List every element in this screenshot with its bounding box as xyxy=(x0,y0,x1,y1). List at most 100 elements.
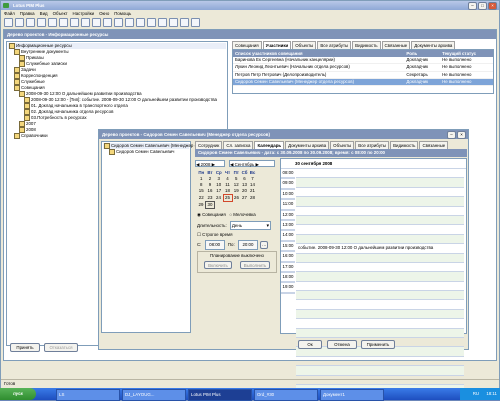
ok-button[interactable]: Ок xyxy=(298,340,322,349)
time-slot[interactable]: событие. 2008-09-30 12:00 О дальнейшем р… xyxy=(296,244,464,254)
tab[interactable]: Связанные xyxy=(419,141,449,149)
calendar-day[interactable]: 27 xyxy=(241,195,249,202)
new-icon[interactable] xyxy=(4,18,13,27)
folder-up-icon[interactable] xyxy=(103,18,112,27)
time-slot[interactable] xyxy=(296,272,464,282)
language-indicator[interactable]: RU xyxy=(473,391,479,396)
apply-button[interactable]: Принять xyxy=(10,343,40,352)
column-header[interactable]: Текущий статус xyxy=(440,50,493,57)
tab[interactable]: Календарь xyxy=(254,141,285,149)
start-button[interactable]: пуск xyxy=(0,388,36,400)
dialog-apply-button[interactable]: Применить xyxy=(361,340,395,349)
tree-node[interactable]: Сидоров Семен Савельевич xyxy=(103,149,189,155)
taskbar-button[interactable]: LS xyxy=(56,389,120,401)
tab[interactable]: Документы архива xyxy=(285,141,330,149)
mail-icon[interactable] xyxy=(158,18,167,27)
menu-item[interactable]: Вид xyxy=(40,11,48,16)
time-slot[interactable] xyxy=(296,263,464,273)
person-tree[interactable]: Сидоров Семен Савельевич (Менеджер отд Си… xyxy=(101,141,201,333)
radio-scheduled[interactable]: ◉ Совещания xyxy=(197,212,226,217)
from-time-input[interactable]: 08:00 xyxy=(204,240,225,250)
tab[interactable]: Совещания xyxy=(232,41,262,49)
tab[interactable]: Все атрибуты xyxy=(317,41,352,49)
time-more-button[interactable]: … xyxy=(260,241,269,249)
document-icon[interactable] xyxy=(136,18,145,27)
month-calendar[interactable]: Пн Вт Ср Чт Пт Сб Вс 1 2 3 4 5 6 7 8 9 10 11 12 13 14 15 16 17… xyxy=(197,170,257,209)
calendar-day[interactable]: 18 xyxy=(223,188,232,195)
tab[interactable]: Объекты xyxy=(292,41,317,49)
time-slot[interactable] xyxy=(296,197,464,207)
minimize-button[interactable]: – xyxy=(468,2,477,10)
paste-icon[interactable] xyxy=(70,18,79,27)
taskbar-button[interactable]: Документ1 xyxy=(320,389,384,401)
open-icon[interactable] xyxy=(15,18,24,27)
time-slot[interactable] xyxy=(296,328,464,339)
tab[interactable]: Объекты xyxy=(330,141,355,149)
calendar-icon[interactable] xyxy=(125,18,134,27)
dialog-minimize-button[interactable]: – xyxy=(447,131,456,139)
properties-icon[interactable] xyxy=(114,18,123,27)
duration-select[interactable]: День ▼ xyxy=(229,221,271,230)
copy-icon[interactable] xyxy=(59,18,68,27)
tab[interactable]: Сл. записка xyxy=(223,141,254,149)
time-slot[interactable] xyxy=(296,376,464,385)
menu-item[interactable]: Правка xyxy=(20,11,35,16)
calendar-day[interactable]: 23 xyxy=(206,195,215,202)
calendar-day[interactable]: 22 xyxy=(197,195,206,202)
menu-item[interactable]: Настройки xyxy=(73,11,95,16)
time-slot[interactable] xyxy=(296,309,464,320)
menu-item[interactable]: Файл xyxy=(4,11,15,16)
next-year-icon[interactable]: ▶ xyxy=(212,162,215,167)
refresh-icon[interactable] xyxy=(147,18,156,27)
time-slot[interactable] xyxy=(296,188,464,198)
calendar-day[interactable]: 30 xyxy=(205,201,215,209)
tab[interactable]: Видимость xyxy=(390,141,419,149)
month-picker[interactable]: ◀ Сентябрь ▶ xyxy=(229,160,275,167)
enable-button[interactable]: Включить xyxy=(204,261,232,269)
user-icon[interactable] xyxy=(169,18,178,27)
strict-time-checkbox[interactable]: ☐ xyxy=(197,232,201,237)
table-row[interactable]: Сидоров Семен Савельевич (Менеджер отдел… xyxy=(233,78,493,87)
calendar-day[interactable]: 24 xyxy=(215,195,224,202)
save-icon[interactable] xyxy=(26,18,35,27)
execute-button[interactable]: Выполнить xyxy=(240,261,270,269)
menu-item[interactable]: Объект xyxy=(53,11,68,16)
to-time-input[interactable]: 20:00 xyxy=(237,240,258,250)
table-row[interactable]: Петров Петр Петрович (Делопроизводитель)… xyxy=(233,71,493,79)
time-slot[interactable] xyxy=(296,178,464,188)
prev-year-icon[interactable]: ◀ xyxy=(196,162,199,167)
print-icon[interactable] xyxy=(37,18,46,27)
tab[interactable]: Сотрудник xyxy=(195,141,223,149)
delete-icon[interactable] xyxy=(81,18,90,27)
taskbar-button[interactable]: Lotus PIM Plus xyxy=(188,389,252,401)
calendar-day[interactable]: 28 xyxy=(249,195,257,202)
taskbar-button[interactable]: DJ_LAYOUG... xyxy=(122,389,186,401)
time-slot[interactable] xyxy=(296,253,464,263)
tab[interactable]: Все атрибуты xyxy=(355,141,390,149)
dialog-cancel-button[interactable]: Отмена xyxy=(327,340,357,349)
search-icon[interactable] xyxy=(191,18,200,27)
time-slot[interactable] xyxy=(296,366,464,376)
time-slot[interactable] xyxy=(296,207,464,216)
time-slot[interactable] xyxy=(296,234,464,245)
schedule-slots[interactable]: событие. 2008-09-30 12:00 О дальнейшем р… xyxy=(296,169,464,395)
menu-item[interactable]: Помощь xyxy=(114,11,131,16)
next-month-icon[interactable]: ▶ xyxy=(256,162,259,167)
calendar-day[interactable]: 29 xyxy=(197,202,206,209)
time-slot[interactable] xyxy=(296,319,464,329)
table-row[interactable]: Баринова Ек Сергеевна (Начальник канцеля… xyxy=(233,57,493,65)
table-row[interactable]: Лукин Леонид Леонтьевич (Начальник отдел… xyxy=(233,63,493,72)
close-button[interactable]: × xyxy=(488,2,497,10)
time-slot[interactable] xyxy=(296,291,464,301)
tab[interactable]: Участники xyxy=(262,41,292,49)
column-header[interactable]: Список участников совещания xyxy=(233,50,405,57)
time-slot[interactable] xyxy=(296,215,464,226)
calendar-day[interactable]: 26 xyxy=(232,195,241,202)
time-slot[interactable] xyxy=(296,357,464,367)
time-slot[interactable] xyxy=(296,225,464,235)
link-icon[interactable] xyxy=(180,18,189,27)
menu-item[interactable]: Окно xyxy=(99,11,109,16)
column-header[interactable]: Роль xyxy=(404,50,441,57)
radio-misc[interactable]: ○ Мелочевка xyxy=(229,212,255,217)
tab[interactable]: Документы архива xyxy=(411,41,456,49)
